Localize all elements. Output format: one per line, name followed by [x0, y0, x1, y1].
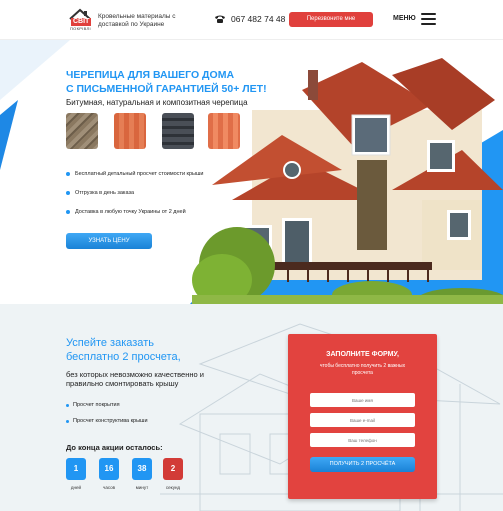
timer-minutes-value: 38 [132, 458, 152, 480]
site-header: СВІТ ПОКРІВЛІ Кровельные материалы с дос… [0, 0, 503, 40]
tagline: Кровельные материалы с доставкой по Укра… [98, 13, 176, 28]
calculation-item: Просчет конструктива крыши [66, 418, 148, 434]
timer-minutes-label: минут [135, 485, 149, 490]
form-subtitle: чтобы бесплатно получить 2 важных просче… [319, 363, 406, 376]
promo-title-line-1: Успейте заказать [66, 337, 154, 349]
phone-icon [215, 15, 225, 23]
feature-item: Отгрузка в день заказа [66, 190, 203, 209]
timer-seconds-value: 2 [163, 458, 183, 480]
feature-item: Доставка в любую точку Украины от 2 дней [66, 209, 203, 228]
logo-subtext: ПОКРІВЛІ [70, 26, 91, 31]
calculation-item: Просчет покрытия [66, 402, 148, 418]
menu-label[interactable]: МЕНЮ [393, 15, 416, 22]
phone-number[interactable]: 067 482 74 48 [231, 14, 285, 24]
timer-hours-label: часов [102, 485, 116, 490]
promo-title: Успейте заказать бесплатно 2 просчета, [66, 336, 181, 364]
house-image [192, 58, 503, 304]
promo-section: Успейте заказать бесплатно 2 просчета, б… [0, 304, 503, 511]
phone-field[interactable] [310, 433, 415, 447]
promo-title-line-2: бесплатно 2 просчета, [66, 351, 181, 363]
hamburger-menu-icon[interactable] [421, 13, 436, 25]
composite-tile-image[interactable] [162, 113, 194, 149]
feature-item: Бесплатный детальный просчет стоимости к… [66, 171, 203, 190]
hero-section: ЧЕРЕПИЦА ДЛЯ ВАШЕГО ДОМА С ПИСЬМЕННОЙ ГА… [0, 40, 503, 304]
timer-seconds-label: секунд [165, 485, 181, 490]
request-form: ЗАПОЛНИТЕ ФОРМУ, чтобы бесплатно получит… [288, 334, 437, 499]
timer-hours-value: 16 [99, 458, 119, 480]
calculation-list: Просчет покрытия Просчет конструктива кр… [66, 402, 148, 434]
form-title: ЗАПОЛНИТЕ ФОРМУ, [326, 351, 399, 358]
get-price-button[interactable]: УЗНАТЬ ЦЕНУ [66, 233, 152, 249]
feature-list: Бесплатный детальный просчет стоимости к… [66, 171, 203, 228]
name-field[interactable] [310, 393, 415, 407]
email-field[interactable] [310, 413, 415, 427]
clay-tile-image[interactable] [114, 113, 146, 149]
timer-title: До конца акции осталось: [66, 443, 163, 452]
callback-button[interactable]: Перезвоните мне [289, 12, 373, 27]
timer-days-label: дней [70, 485, 82, 490]
promo-text: без которых невозможно качественно и пра… [66, 370, 204, 388]
timer-days-value: 1 [66, 458, 86, 480]
bitumen-tile-image[interactable] [66, 113, 98, 149]
logo-text: СВІТ [71, 18, 92, 26]
get-two-calculations-button[interactable]: ПОЛУЧИТЬ 2 ПРОСЧЁТА [310, 457, 415, 472]
landing-page: СВІТ ПОКРІВЛІ Кровельные материалы с дос… [0, 0, 503, 511]
